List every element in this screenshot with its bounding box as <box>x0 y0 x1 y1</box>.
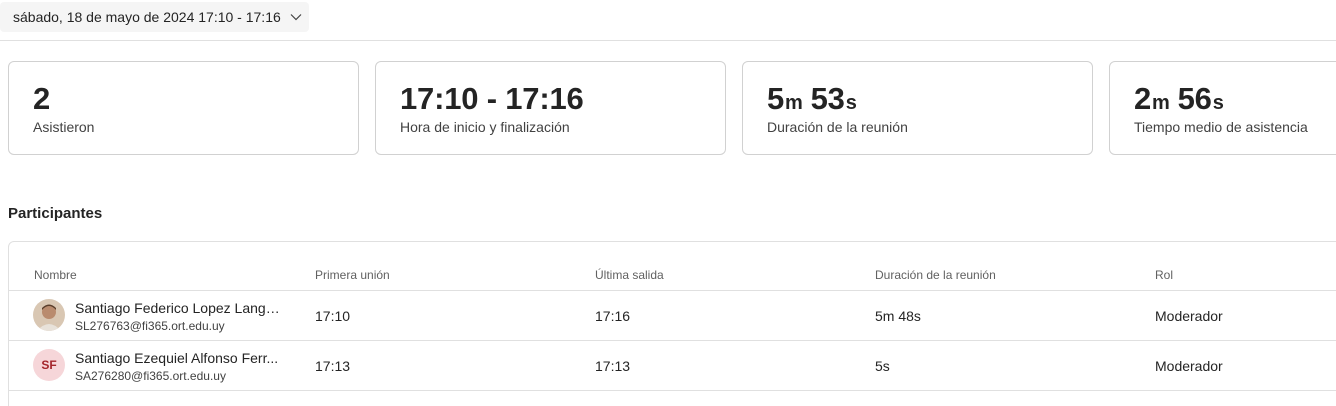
duration-cell: 5s <box>875 358 890 374</box>
avg-attendance-card: 2m 56s Tiempo medio de asistencia <box>1109 61 1336 155</box>
column-header-first-join[interactable]: Primera unión <box>315 268 390 282</box>
attended-label: Asistieron <box>33 119 95 135</box>
avatar <box>33 299 65 331</box>
avg-attendance-value: 2m 56s <box>1134 81 1224 117</box>
table-header: Nombre Primera unión Última salida Durac… <box>9 263 1336 291</box>
top-bar: sábado, 18 de mayo de 2024 17:10 - 17:16 <box>0 0 1336 41</box>
table-row[interactable]: SF Santiago Ezequiel Alfonso Ferr... SA2… <box>9 341 1336 391</box>
participant-name: Santiago Ezequiel Alfonso Ferr... <box>75 350 279 366</box>
duration-seconds-unit: s <box>845 92 857 114</box>
column-header-last-leave[interactable]: Última salida <box>595 268 664 282</box>
column-header-role[interactable]: Rol <box>1155 268 1173 282</box>
attended-value: 2 <box>33 81 51 116</box>
meeting-date-dropdown[interactable]: sábado, 18 de mayo de 2024 17:10 - 17:16 <box>0 2 309 32</box>
first-join-cell: 17:10 <box>315 308 351 324</box>
avg-minutes-unit: m <box>1152 92 1170 114</box>
avg-minutes: 2 <box>1134 81 1152 116</box>
start-end-card: 17:10 - 17:16 Hora de inicio y finalizac… <box>375 61 726 155</box>
role-cell: Moderador <box>1155 308 1223 324</box>
participants-table: Nombre Primera unión Última salida Durac… <box>8 241 1336 406</box>
participants-title: Participantes <box>8 205 103 222</box>
meeting-duration-card: 5m 53s Duración de la reunión <box>742 61 1093 155</box>
avg-seconds: 56 <box>1177 81 1212 116</box>
meeting-duration-value: 5m 53s <box>767 81 857 117</box>
attended-card: 2 Asistieron <box>8 61 359 155</box>
start-end-label: Hora de inicio y finalización <box>400 119 570 135</box>
start-end-value: 17:10 - 17:16 <box>400 81 584 116</box>
duration-cell: 5m 48s <box>875 308 921 324</box>
last-leave-cell: 17:13 <box>595 358 631 374</box>
chevron-down-icon <box>290 13 302 21</box>
duration-minutes: 5 <box>767 81 785 116</box>
avatar: SF <box>33 349 65 381</box>
column-header-duration[interactable]: Duración de la reunión <box>875 268 996 282</box>
participant-email: SL276763@fi365.ort.edu.uy <box>75 319 225 333</box>
role-cell: Moderador <box>1155 358 1223 374</box>
meeting-duration-label: Duración de la reunión <box>767 119 908 135</box>
first-join-cell: 17:13 <box>315 358 351 374</box>
participant-email: SA276280@fi365.ort.edu.uy <box>75 369 226 383</box>
table-row[interactable]: Santiago Federico Lopez Lange... SL27676… <box>9 291 1336 341</box>
avg-seconds-unit: s <box>1212 92 1224 114</box>
column-header-name[interactable]: Nombre <box>34 268 77 282</box>
avg-attendance-label: Tiempo medio de asistencia <box>1134 119 1308 135</box>
participant-name: Santiago Federico Lopez Lange... <box>75 300 285 316</box>
duration-seconds: 53 <box>810 81 845 116</box>
meeting-date-label: sábado, 18 de mayo de 2024 17:10 - 17:16 <box>13 9 281 25</box>
attendance-report-page: sábado, 18 de mayo de 2024 17:10 - 17:16… <box>0 0 1336 406</box>
duration-minutes-unit: m <box>785 92 803 114</box>
last-leave-cell: 17:16 <box>595 308 631 324</box>
